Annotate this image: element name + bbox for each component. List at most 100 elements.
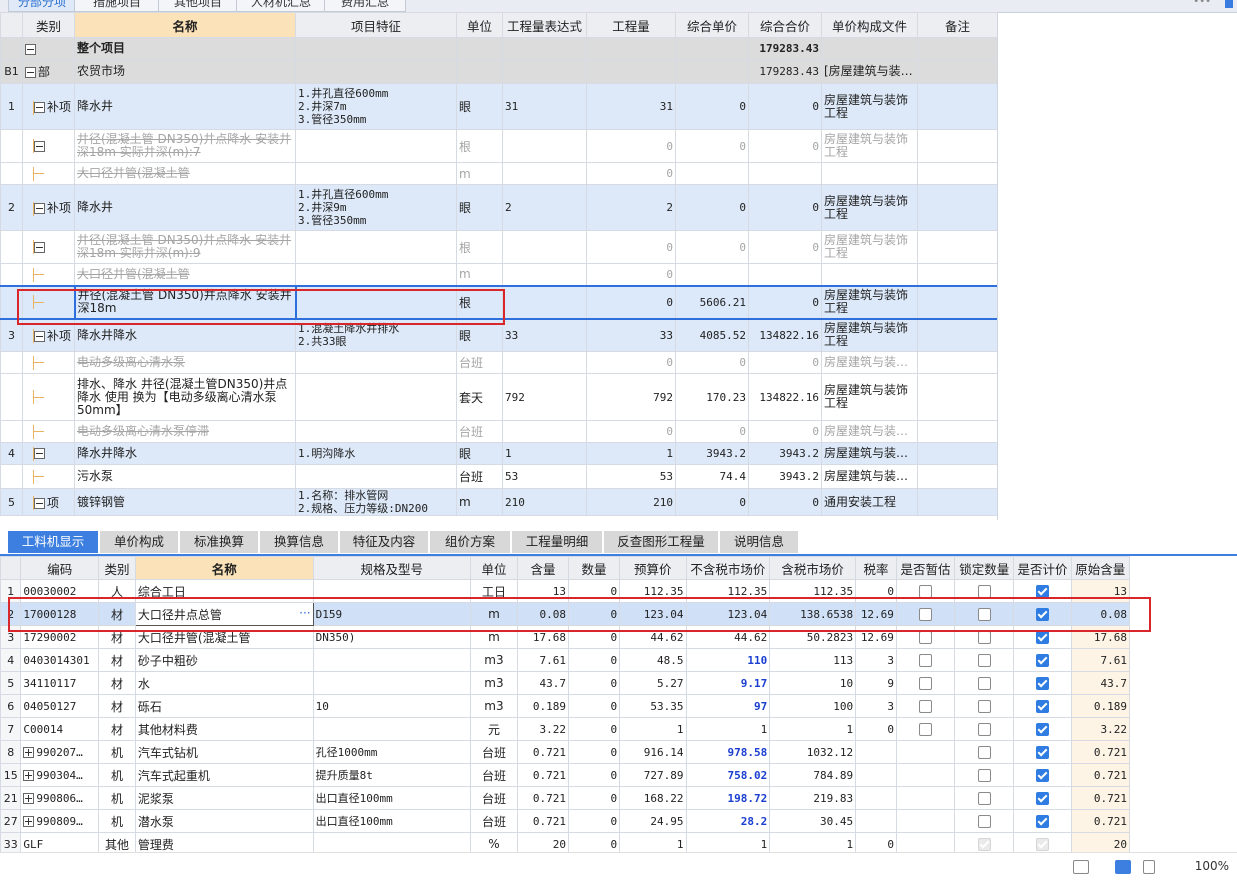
resource-ntax-price[interactable]: 758.02 xyxy=(685,763,771,787)
tab-shuoming[interactable]: 说明信息 xyxy=(720,531,798,553)
resource-unit[interactable]: m3 xyxy=(469,694,518,718)
tree-cell[interactable]: 项 xyxy=(22,488,75,516)
priced-cell[interactable] xyxy=(1013,648,1072,672)
item-remark[interactable] xyxy=(917,420,997,443)
resource-ntax-price[interactable]: 123.04 xyxy=(685,602,771,626)
item-unit-price[interactable] xyxy=(675,37,749,60)
resource-budget[interactable]: 24.95 xyxy=(619,809,687,833)
item-expr[interactable]: 53 xyxy=(502,464,587,489)
resource-tax-rate[interactable] xyxy=(855,809,897,833)
tree-cell[interactable]: 补项 xyxy=(22,83,75,130)
lock-checkbox[interactable] xyxy=(977,654,991,667)
resource-content[interactable]: 13 xyxy=(516,579,570,603)
tab-danjia[interactable]: 单价构成 xyxy=(100,531,178,553)
resource-unit[interactable]: m3 xyxy=(469,671,518,695)
est-cell[interactable] xyxy=(895,832,956,852)
resource-row[interactable]: 15 990304… 机汽车式起重机 提升质量8t 台班 0.721 0 727.89 758.… xyxy=(0,763,1130,787)
item-row[interactable]: 井径(混凝土管 DN350)井点降水 安装井深18m 实际井深(m):7 根 0 0 0… xyxy=(0,129,997,163)
resource-name[interactable]: 潜水泵 xyxy=(134,809,314,833)
resource-code[interactable]: GLF xyxy=(20,832,100,852)
item-unit[interactable]: 眼 xyxy=(456,184,503,231)
priced-cell[interactable] xyxy=(1013,763,1072,787)
resource-orig-content[interactable]: 0.189 xyxy=(1070,694,1130,718)
item-row[interactable]: 井径(混凝土管 DN350)井点降水 安装井深18m 根 0 5606.21 0 房屋建筑… xyxy=(0,284,997,320)
lock-cell[interactable] xyxy=(954,809,1015,833)
collapse-icon[interactable] xyxy=(34,497,45,509)
resource-tax-price[interactable]: 219.83 xyxy=(769,786,857,810)
tab-zujia[interactable]: 组价方案 xyxy=(430,531,510,553)
col-header-budget[interactable]: 预算价 xyxy=(619,556,687,580)
col-header-orig[interactable]: 原始含量 xyxy=(1070,556,1130,580)
collapse-icon[interactable] xyxy=(34,102,45,113)
lock-cell[interactable] xyxy=(954,786,1015,810)
resource-row[interactable]: 5 34110117 材水 m3 43.7 0 5.27 9.17 10 9 43.7 xyxy=(0,671,1130,695)
resource-type[interactable]: 材 xyxy=(98,602,136,626)
item-feature[interactable]: 1.混凝土降水井排水 2.共33眼 xyxy=(295,318,457,352)
lock-checkbox[interactable] xyxy=(977,677,991,690)
layout-single-icon[interactable] xyxy=(1073,860,1089,874)
resource-budget[interactable]: 123.04 xyxy=(619,602,687,626)
resource-ntax-price[interactable]: 112.35 xyxy=(685,579,771,603)
estimate-checkbox[interactable] xyxy=(919,700,933,713)
resource-row[interactable]: 6 04050127 材砾石 10 m3 0.189 0 53.35 97 100 3 0.189 xyxy=(0,694,1130,718)
resource-ntax-price[interactable]: 198.72 xyxy=(685,786,771,810)
item-remark[interactable] xyxy=(917,318,997,352)
resource-qty[interactable]: 0 xyxy=(568,671,621,695)
resource-qty[interactable]: 0 xyxy=(568,717,621,741)
item-remark[interactable] xyxy=(917,351,997,374)
lock-checkbox[interactable] xyxy=(977,792,991,805)
resource-ntax-price[interactable]: 1 xyxy=(685,832,771,852)
item-unit[interactable]: 根 xyxy=(456,129,503,163)
item-qty[interactable]: 31 xyxy=(586,83,676,130)
resource-tax-rate[interactable]: 12.69 xyxy=(855,625,897,649)
collapse-icon[interactable] xyxy=(34,330,45,342)
resource-content[interactable]: 0.721 xyxy=(516,740,570,764)
resource-qty[interactable]: 0 xyxy=(568,832,621,852)
resource-content[interactable]: 0.721 xyxy=(516,786,570,810)
collapse-icon[interactable] xyxy=(34,241,45,253)
priced-checkbox[interactable] xyxy=(1036,815,1050,828)
col-header-file[interactable]: 单价构成文件 xyxy=(821,12,918,38)
item-unit-price[interactable] xyxy=(675,263,749,286)
priced-cell[interactable] xyxy=(1013,717,1072,741)
item-qty[interactable]: 33 xyxy=(586,318,676,352)
resource-budget[interactable]: 1 xyxy=(619,832,687,852)
item-expr[interactable] xyxy=(502,284,587,320)
est-cell[interactable] xyxy=(895,809,956,833)
priced-cell[interactable] xyxy=(1013,740,1072,764)
resource-spec[interactable]: 出口直径100mm xyxy=(312,809,471,833)
est-cell[interactable] xyxy=(895,671,956,695)
lock-checkbox[interactable] xyxy=(977,815,991,828)
item-row[interactable]: 4 降水井降水 1.明沟降水眼 1 1 3943.2 3943.2 房屋建筑与装… xyxy=(0,442,997,465)
item-unit[interactable] xyxy=(456,37,503,60)
resource-tax-rate[interactable]: 9 xyxy=(855,671,897,695)
col-header-est[interactable]: 是否暂估 xyxy=(895,556,956,580)
item-expr[interactable]: 2 xyxy=(502,184,587,231)
priced-checkbox[interactable] xyxy=(1036,700,1050,713)
resource-type[interactable]: 机 xyxy=(98,740,136,764)
resource-content[interactable]: 0.189 xyxy=(516,694,570,718)
est-cell[interactable] xyxy=(895,763,956,787)
item-name[interactable]: 降水井 xyxy=(74,83,296,130)
lock-checkbox[interactable] xyxy=(977,838,991,851)
resource-qty[interactable]: 0 xyxy=(568,763,621,787)
estimate-checkbox[interactable] xyxy=(919,608,933,621)
item-feature[interactable]: 1.名称：排水管网 2.规格、压力等级:DN200 xyxy=(295,488,457,516)
lock-checkbox[interactable] xyxy=(977,723,991,736)
item-feature[interactable] xyxy=(295,162,457,185)
resource-orig-content[interactable]: 3.22 xyxy=(1070,717,1130,741)
col-header-lock[interactable]: 锁定数量 xyxy=(954,556,1015,580)
resource-budget[interactable]: 44.62 xyxy=(619,625,687,649)
col-header-res-name[interactable]: 名称 xyxy=(134,556,314,580)
est-cell[interactable] xyxy=(895,602,956,626)
item-name[interactable]: 镀锌钢管 xyxy=(74,488,296,516)
item-remark[interactable] xyxy=(917,83,997,130)
item-name[interactable]: 农贸市场 xyxy=(74,59,296,84)
col-header-code[interactable]: 编码 xyxy=(20,556,100,580)
resource-spec[interactable] xyxy=(312,648,471,672)
priced-cell[interactable] xyxy=(1013,694,1072,718)
resource-row[interactable]: 1 00030002 人综合工日 工日 13 0 112.35 112.35 112.35 0 13 xyxy=(0,579,1130,603)
tab-qita[interactable]: 其他项目 xyxy=(158,0,238,12)
resource-spec[interactable] xyxy=(312,671,471,695)
item-unit-price[interactable]: 74.4 xyxy=(675,464,749,489)
